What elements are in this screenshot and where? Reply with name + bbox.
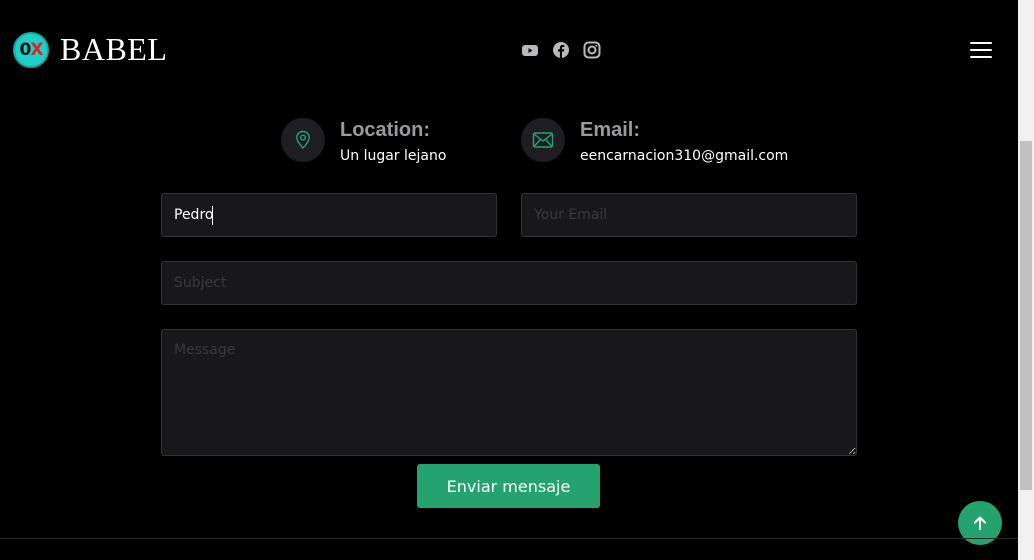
email-title: Email: (580, 119, 641, 141)
menu-toggle-button[interactable] (970, 41, 992, 59)
subject-input[interactable] (161, 261, 857, 305)
location-info: Location: Un lugar lejano (281, 118, 446, 164)
brand-name: BABEL (60, 31, 168, 67)
youtube-icon[interactable] (521, 41, 539, 59)
text-cursor (212, 206, 213, 225)
arrow-up-icon (974, 516, 986, 530)
location-title: Location: (340, 119, 430, 141)
send-message-button[interactable]: Enviar mensaje (417, 464, 600, 508)
instagram-icon[interactable] (583, 41, 601, 59)
hamburger-line (970, 42, 992, 44)
site-header: 0X BABEL (0, 0, 1018, 100)
logo[interactable]: 0X BABEL (13, 31, 167, 68)
scrollbar-thumb[interactable] (1020, 141, 1032, 490)
email-value: eencarnacion310@gmail.com (580, 148, 789, 164)
hamburger-line (970, 56, 992, 58)
message-textarea[interactable] (161, 329, 857, 456)
facebook-icon[interactable] (552, 41, 570, 59)
location-pin-icon (281, 118, 325, 162)
hamburger-line (970, 49, 992, 51)
footer-divider (0, 538, 1018, 539)
envelope-icon (521, 118, 565, 162)
social-links (521, 41, 601, 59)
email-info: Email: eencarnacion310@gmail.com (521, 118, 788, 164)
location-value: Un lugar lejano (340, 148, 447, 164)
logo-badge-icon: 0X (13, 31, 49, 68)
email-input[interactable] (521, 193, 857, 237)
